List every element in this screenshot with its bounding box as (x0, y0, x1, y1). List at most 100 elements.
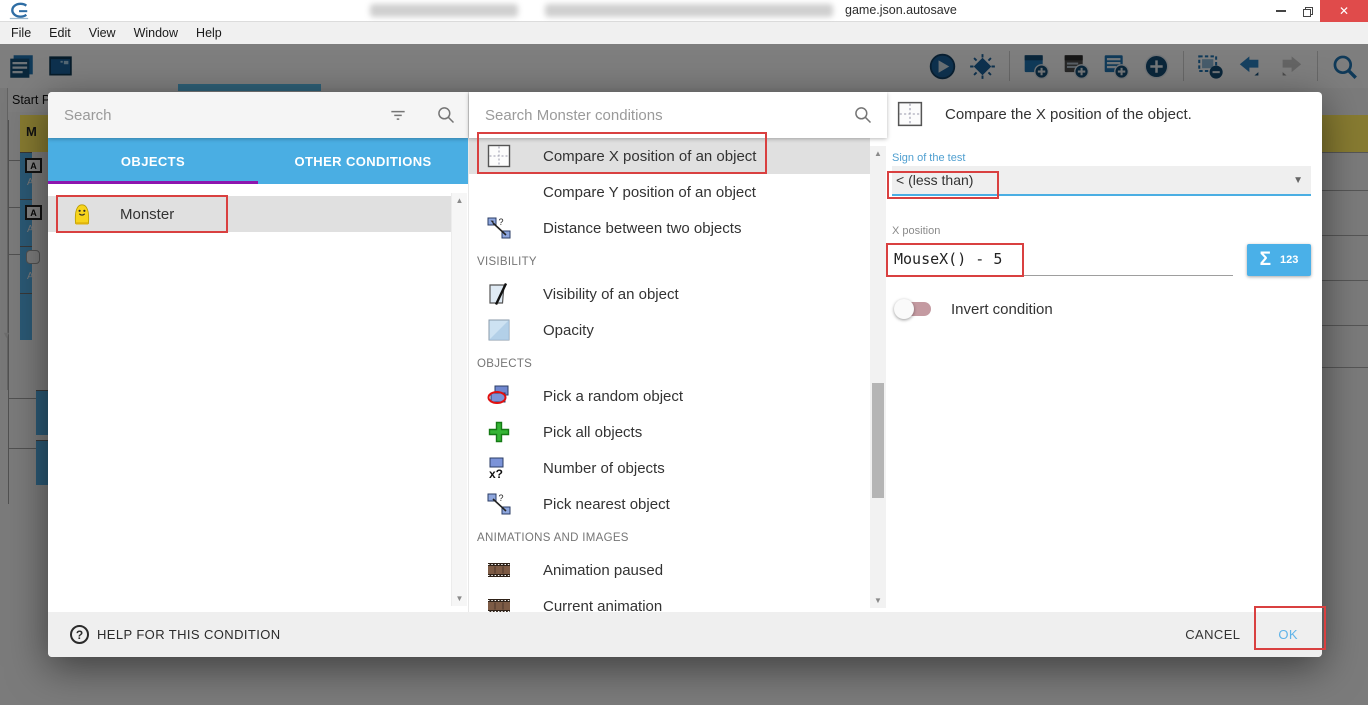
condition-item[interactable]: Visibility of an object (469, 276, 870, 312)
condition-item[interactable]: Animation paused (469, 552, 870, 588)
objects-tabs: OBJECTS OTHER CONDITIONS (48, 138, 468, 184)
sign-of-test-value: < (less than) (896, 172, 1293, 188)
animation-icon (487, 594, 511, 612)
condition-item-label: Pick nearest object (543, 496, 670, 513)
condition-item[interactable]: ?Distance between two objects (469, 210, 870, 246)
svg-text:?: ? (499, 217, 504, 227)
menu-item-window[interactable]: Window (125, 26, 187, 40)
condition-section-visibility: VISIBILITY (469, 246, 870, 276)
tab-objects-label: OBJECTS (121, 154, 185, 169)
condition-item-label: Visibility of an object (543, 286, 679, 303)
compare-x-icon (897, 101, 923, 127)
x-position-input[interactable]: MouseX() - 5 (892, 242, 1233, 276)
scroll-up-icon[interactable]: ▲ (870, 149, 886, 158)
conditions-search-placeholder: Search Monster conditions (485, 107, 853, 124)
active-tab-underline (48, 181, 258, 184)
opacity-icon (487, 318, 511, 342)
sigma-icon: Σ (1260, 249, 1271, 271)
invert-condition-row: Invert condition (897, 297, 1053, 321)
objects-search-input[interactable]: Search (48, 92, 468, 138)
condition-item[interactable]: Compare Y position of an object (469, 174, 870, 210)
scrollbar-thumb[interactable] (872, 383, 884, 498)
object-item-monster[interactable]: Monster (48, 196, 451, 232)
menubar: FileEditViewWindowHelp (0, 22, 1368, 44)
gdevelop-logo-icon (8, 2, 30, 20)
minimize-button[interactable] (1268, 0, 1294, 22)
svg-text:?: ? (499, 493, 504, 503)
condition-title: Compare the X position of the object. (945, 106, 1192, 123)
condition-item[interactable]: Pick a random object (469, 378, 870, 414)
sign-of-test-select[interactable]: < (less than) ▼ (892, 166, 1311, 196)
scroll-down-icon[interactable]: ▼ (870, 596, 886, 605)
toggle-knob (894, 299, 914, 319)
window-title: game.json.autosave (845, 3, 957, 17)
objects-scrollbar[interactable]: ▲ ▼ (451, 193, 467, 606)
condition-item-label: Pick all objects (543, 424, 642, 441)
condition-item[interactable]: x? Number of objects (469, 450, 870, 486)
filter-icon[interactable] (388, 105, 408, 125)
pick-nearest-icon: ? (487, 492, 511, 516)
objects-panel: Search OBJECTS OTHER CONDITIONS Monster … (48, 92, 468, 612)
scroll-up-icon[interactable]: ▲ (452, 196, 467, 205)
visibility-icon (487, 282, 511, 306)
condition-editor-dialog: Search OBJECTS OTHER CONDITIONS Monster … (48, 92, 1322, 657)
invert-condition-toggle[interactable] (897, 302, 931, 316)
tab-objects[interactable]: OBJECTS (48, 138, 258, 184)
condition-item-label: Opacity (543, 322, 594, 339)
svg-text:x?: x? (489, 467, 503, 480)
condition-item[interactable]: Compare X position of an object (469, 138, 870, 174)
tab-other-conditions-label: OTHER CONDITIONS (294, 154, 431, 169)
maximize-button[interactable] (1294, 0, 1320, 22)
menu-item-file[interactable]: File (2, 26, 40, 40)
objects-list: Monster (48, 184, 451, 612)
conditions-panel: Search Monster conditions Compare X posi… (468, 92, 886, 612)
scroll-down-icon[interactable]: ▼ (452, 594, 467, 603)
x-position-value: MouseX() - 5 (894, 250, 1002, 268)
pick-random-icon (487, 384, 511, 408)
condition-item-label: Number of objects (543, 460, 665, 477)
condition-section-objects: OBJECTS (469, 348, 870, 378)
conditions-search-input[interactable]: Search Monster conditions (469, 92, 887, 138)
condition-item[interactable]: Current animation (469, 588, 870, 612)
condition-detail-panel: Compare the X position of the object. Si… (886, 92, 1322, 612)
condition-item-label: Compare Y position of an object (543, 184, 756, 201)
condition-item[interactable]: Opacity (469, 312, 870, 348)
condition-item-label: Pick a random object (543, 388, 683, 405)
conditions-scrollbar[interactable]: ▲ ▼ (870, 146, 886, 608)
menu-item-view[interactable]: View (80, 26, 125, 40)
number-objects-icon: x? (487, 456, 511, 480)
window-controls: ✕ (1268, 0, 1368, 22)
search-icon (436, 105, 456, 125)
ok-button[interactable]: OK (1278, 627, 1298, 642)
blurred-title-text (545, 4, 833, 17)
conditions-list: Compare X position of an object Compare Y… (469, 138, 870, 612)
condition-item[interactable]: ? Pick nearest object (469, 486, 870, 522)
menu-item-edit[interactable]: Edit (40, 26, 80, 40)
distance-icon: ? (487, 216, 511, 240)
close-button[interactable]: ✕ (1320, 0, 1368, 22)
objects-search-placeholder: Search (64, 107, 388, 124)
monster-icon (70, 202, 94, 226)
condition-section-animations-and-images: ANIMATIONS AND IMAGES (469, 522, 870, 552)
help-icon: ? (70, 625, 89, 644)
x-position-label: X position (892, 225, 940, 237)
condition-item-label: Animation paused (543, 562, 663, 579)
compare-x-icon (487, 144, 511, 168)
menu-item-help[interactable]: Help (187, 26, 231, 40)
expression-button-label: 123 (1280, 254, 1298, 266)
dropdown-caret-icon: ▼ (1293, 175, 1303, 186)
tab-other-conditions[interactable]: OTHER CONDITIONS (258, 138, 468, 184)
dialog-footer: ? HELP FOR THIS CONDITION CANCEL OK (48, 612, 1322, 657)
help-button[interactable]: ? HELP FOR THIS CONDITION (70, 625, 1185, 644)
expression-builder-button[interactable]: Σ 123 (1247, 244, 1311, 276)
sign-of-test-label: Sign of the test (892, 152, 965, 164)
condition-item-label: Current animation (543, 598, 662, 613)
condition-item-label: Compare X position of an object (543, 148, 756, 165)
titlebar: game.json.autosave ✕ (0, 0, 1368, 22)
animation-icon (487, 558, 511, 582)
compare-y-icon (487, 180, 511, 204)
search-icon (853, 105, 873, 125)
condition-item[interactable]: Pick all objects (469, 414, 870, 450)
pick-all-icon (487, 420, 511, 444)
cancel-button[interactable]: CANCEL (1185, 627, 1240, 642)
